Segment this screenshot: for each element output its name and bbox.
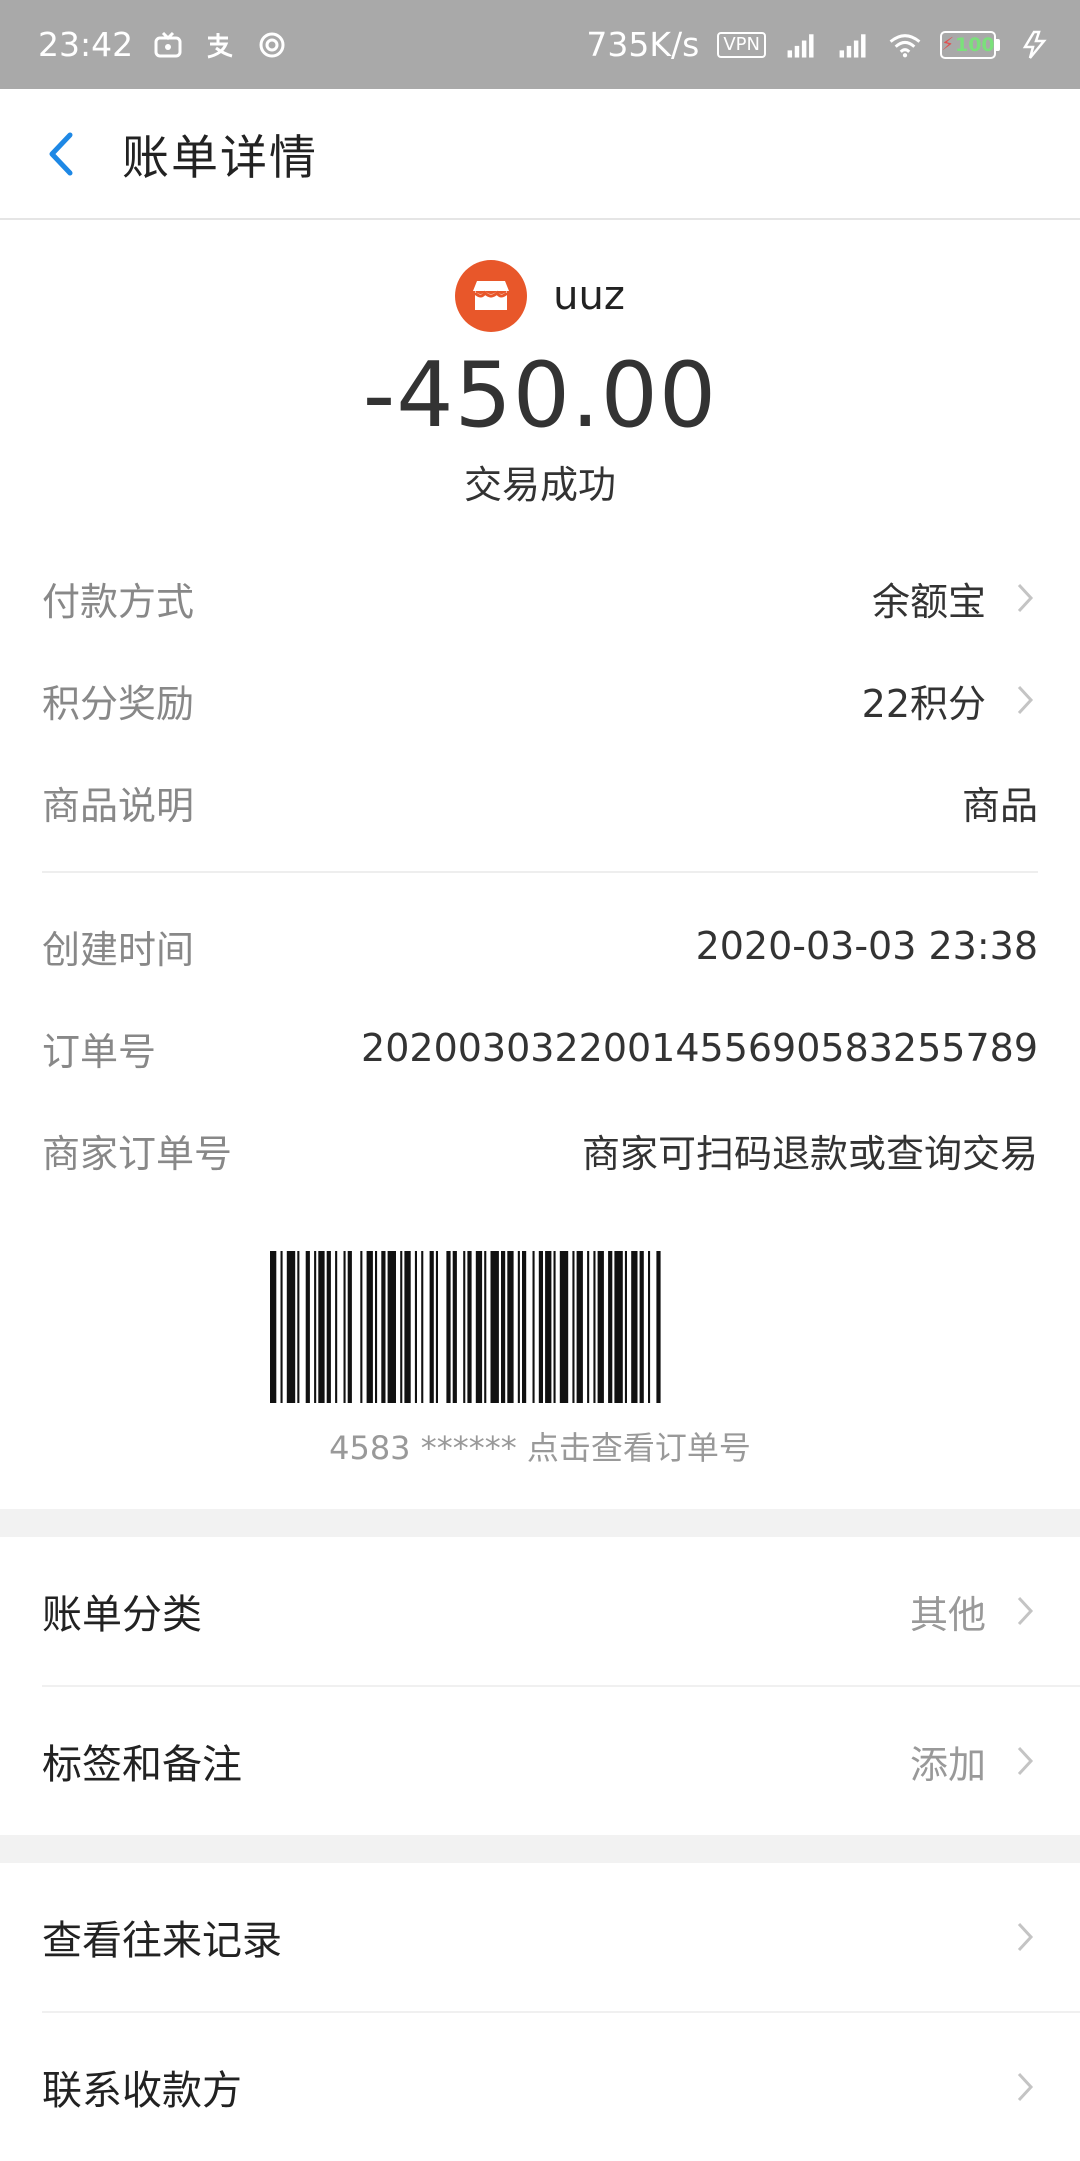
- row-value: 添加: [909, 1742, 986, 1787]
- transaction-summary: uuz -450.00 交易成功: [0, 220, 1080, 509]
- row-label: 查看往来记录: [42, 1918, 282, 1964]
- row-label: 标签和备注: [42, 1742, 242, 1788]
- chevron-right-icon: [1017, 685, 1034, 715]
- row-label: 账单分类: [42, 1592, 202, 1638]
- tags-notes-row[interactable]: 标签和备注 添加: [0, 1687, 1080, 1835]
- merchant-name: uuz: [553, 273, 625, 319]
- product-description-row: 商品说明 商品: [42, 751, 1038, 853]
- row-label: 积分奖励: [42, 681, 195, 726]
- row-value: 22积分: [861, 681, 986, 726]
- row-label: 付款方式: [42, 579, 195, 624]
- section-gap: [0, 1509, 1080, 1537]
- store-icon: [455, 260, 528, 332]
- row-label: 创建时间: [42, 927, 195, 972]
- tv-icon: [151, 28, 185, 62]
- alipay-icon: [203, 28, 237, 62]
- contact-payee-row[interactable]: 联系收款方: [0, 2013, 1080, 2161]
- chevron-right-icon: [1017, 1596, 1034, 1626]
- signal-icon: [836, 28, 870, 62]
- charging-icon: [1018, 28, 1052, 62]
- divider: [42, 871, 1038, 873]
- barcode-caption[interactable]: 4583 ****** 点击查看订单号: [42, 1423, 1038, 1469]
- row-label: 商品说明: [42, 783, 195, 828]
- transaction-amount: -450.00: [362, 343, 718, 448]
- transaction-info: 付款方式 余额宝 积分奖励 22积分 商品说明 商品 创建时间 2020-03-…: [0, 547, 1080, 1469]
- chevron-right-icon: [1017, 2072, 1034, 2102]
- bill-category-row[interactable]: 账单分类 其他: [0, 1537, 1080, 1685]
- vpn-badge: VPN: [717, 31, 766, 58]
- merchant[interactable]: uuz: [0, 260, 1080, 332]
- navigation-header: 账单详情: [0, 89, 1080, 220]
- chevron-right-icon: [1017, 1746, 1034, 1776]
- chevron-right-icon: [1017, 583, 1034, 613]
- merchant-order-row: 商家订单号 商家可扫码退款或查询交易: [42, 1099, 1038, 1201]
- status-bar: 23:42 735K/s VPN ⚡ 100: [0, 0, 1080, 89]
- signal-hd-icon: [784, 28, 818, 62]
- transaction-history-row[interactable]: 查看往来记录: [0, 1863, 1080, 2011]
- chevron-right-icon: [1017, 1922, 1034, 1952]
- row-value: 2020-03-03 23:38: [695, 924, 1038, 968]
- row-label: 联系收款方: [42, 2068, 242, 2114]
- section-gap: [0, 1835, 1080, 1863]
- status-time: 23:42: [38, 25, 134, 64]
- barcode: [270, 1251, 661, 1403]
- row-value: 其他: [909, 1592, 986, 1637]
- battery-level: 100: [954, 33, 995, 56]
- row-label: 订单号: [42, 1029, 157, 1074]
- transaction-status: 交易成功: [463, 463, 616, 507]
- row-value: 余额宝: [871, 579, 986, 624]
- network-speed: 735K/s: [586, 25, 700, 64]
- battery-indicator: ⚡ 100: [940, 30, 1000, 59]
- back-arrow-icon: [49, 132, 73, 175]
- row-label: 商家订单号: [42, 1131, 233, 1176]
- wifi-icon: [888, 28, 922, 62]
- created-time-row: 创建时间 2020-03-03 23:38: [42, 895, 1038, 997]
- payment-method-row[interactable]: 付款方式 余额宝: [42, 547, 1038, 649]
- back-button[interactable]: [0, 88, 122, 219]
- order-number-row: 订单号 2020030322001455690583255789: [42, 997, 1038, 1099]
- row-value: 2020030322001455690583255789: [361, 1026, 1038, 1070]
- points-reward-row[interactable]: 积分奖励 22积分: [42, 649, 1038, 751]
- target-icon: [255, 28, 289, 62]
- barcode-section[interactable]: 4583 ****** 点击查看订单号: [42, 1251, 1038, 1469]
- row-value: 商品: [961, 783, 1038, 828]
- page-title: 账单详情: [122, 131, 318, 186]
- row-value: 商家可扫码退款或查询交易: [581, 1131, 1038, 1176]
